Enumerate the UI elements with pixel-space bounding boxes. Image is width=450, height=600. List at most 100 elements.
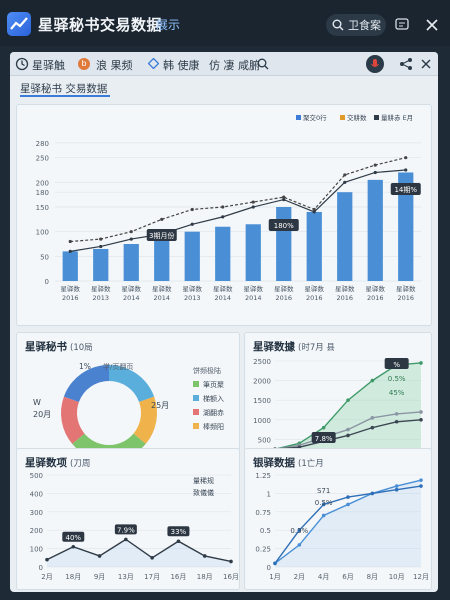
y-tick-label: 50 [40,253,49,261]
toolbar-badge: b [78,58,90,70]
series-point [321,425,326,430]
x-tick-label: 星驿数 [91,284,111,293]
series-point [343,173,347,177]
donut-label-top-right: 学/页翻页 [103,362,133,371]
y-tick-label: 100 [30,546,43,554]
title-bar: 星驿秘书交易数据 ‹ 展示 卫食案 [0,0,450,46]
line-chart-bottom-left: 0 100 200 300 400 500 2月 18月 9月 13月 17月 16月 18月 16月 40… [30,472,239,581]
data-label: 40% [66,534,82,542]
x-tick-label: 星驿数 [213,284,233,293]
legend-label: 聚交0行 [303,113,327,122]
line-right-subtitle: (时7月 县 [298,343,335,353]
series-point [404,156,408,160]
series-point [190,222,194,226]
x-tick-label: 2016 [306,294,323,302]
donut-label-top: 1% [79,362,91,371]
bar [93,248,109,281]
donut-segment [61,396,85,444]
series-point [321,513,326,518]
chevron-left-icon[interactable]: ‹ [146,15,151,30]
y-tick-label: 250 [36,155,49,163]
y-tick-label: 180 [36,189,49,197]
message-button[interactable] [392,15,412,35]
series-point [343,180,347,184]
legend-swatch [340,115,345,120]
donut-legend-swatch [193,423,199,429]
bar [306,211,322,281]
y-tick-label: 0 [267,564,271,572]
app-window: 星驿秘书交易数据 ‹ 展示 卫食案 星驿触 b 浪 果频 韩 使康 仿 凄 咸腑 [0,0,450,600]
toolbar-label-1[interactable]: 星驿触 [32,57,65,73]
series-point [124,537,128,542]
y-tick-label: 2500 [253,358,271,366]
y-tick-label: 500 [258,436,271,444]
tab-trading-data[interactable]: 星驿秘书 交易数据 [20,81,107,96]
clock-icon[interactable] [15,57,29,71]
donut-label-left: 20月 [33,410,51,419]
bar [367,179,383,281]
series-point [45,557,49,562]
series-point [99,244,103,249]
line-card-right-title: 星驿数據 (时7月 县 [253,339,335,354]
y-tick-label: 0 [39,564,43,572]
x-tick-label: 6月 [342,573,353,581]
x-tick-label: 10月 [389,573,405,581]
x-tick-label: 8月 [367,573,378,581]
series-point [221,205,225,209]
line-chart-bottom-right: 0 0.25 0.5 0.75 1 1.25 1月 2月 4月 6月 8月 10月 12月 0.5% S71… [255,472,429,581]
toolbar-label-2[interactable]: 浪 果频 [96,57,133,73]
search-icon[interactable] [257,58,269,70]
close-button[interactable] [422,15,442,35]
legend-label: 量稀规 [193,476,214,485]
x-tick-label: 2016 [397,294,414,302]
microphone-icon [371,59,379,67]
x-tick-label: 2014 [245,294,262,302]
main-bar-chart: 050100150180200250280星驿数2016星驿数2013星驿数20… [36,113,421,302]
bar [184,231,200,281]
series-point [419,361,423,365]
x-tick-label: 星驿数 [274,284,294,293]
series-point [370,491,375,496]
search-pill[interactable]: 卫食案 [326,14,386,36]
donut-legend-label: 湖翻赤 [203,408,224,417]
line-right-title-text: 星驿数據 [253,341,295,353]
close-icon[interactable] [420,58,432,70]
y-tick-label: 0.25 [255,546,271,554]
series-point [370,425,375,430]
y-tick-label: 300 [30,509,43,517]
donut-title-text: 星驿秘书 [25,341,67,353]
toolbar-label-4[interactable]: 仿 凄 咸腑 [209,57,260,73]
y-tick-label: 0.5 [260,527,271,535]
data-label: 7.8% [315,435,333,443]
record-button[interactable] [366,55,384,73]
legend-label: 交耕数 [347,113,367,122]
annotation-label: 14期% [394,186,417,194]
line-br-title: 银驿数据 (1亡月 [253,455,324,470]
y-tick-label: 1000 [253,417,271,425]
y-tick-label: 1500 [253,397,271,405]
series-point [346,427,350,432]
data-label: S71 [317,487,330,495]
title-link[interactable]: 展示 [156,16,180,33]
line-bl-subtitle: (刀周 [70,459,91,469]
share-icon[interactable] [399,57,413,71]
data-label: 45% [389,389,405,397]
line-card-bottom-left: 星驿数项 (刀周 0 100 200 300 400 500 2月 18月 9月 13月 17月 16月… [16,448,240,590]
x-tick-label: 星驿数 [335,284,355,293]
bar [276,207,292,281]
line-br-subtitle: (1亡月 [298,459,324,469]
series-point [251,205,255,209]
series-point [68,239,72,244]
diamond-icon[interactable] [148,58,159,69]
x-tick-label: 16月 [223,573,239,581]
window-title: 星驿秘书交易数据 [38,16,163,34]
series-point [129,230,133,234]
data-label: 7.9% [117,526,135,534]
x-tick-label: 2016 [275,294,292,302]
donut-subtitle: (10局 [70,343,93,353]
series-point [176,539,181,544]
series-point [312,207,316,212]
series-point [370,416,375,420]
toolbar-label-3[interactable]: 韩 使康 [163,57,200,73]
x-tick-label: 星驿数 [366,284,386,293]
